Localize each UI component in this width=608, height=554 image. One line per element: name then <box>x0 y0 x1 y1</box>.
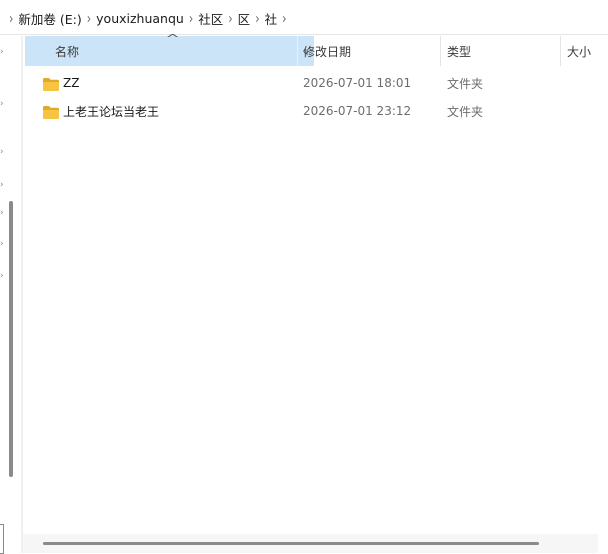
nav-chevron-icon[interactable]: › <box>0 48 6 57</box>
breadcrumb-item-shequ[interactable]: 社区 <box>197 8 224 29</box>
breadcrumb-item-drive[interactable]: 新加卷 (E:) <box>17 8 82 29</box>
nav-chevron-icon[interactable]: › <box>0 272 6 281</box>
chevron-right-icon[interactable]: › <box>255 9 259 27</box>
list-item[interactable]: 上老王论坛当老王 2026-07-01 23:12 文件夹 <box>23 97 598 125</box>
navigation-pane[interactable]: › › › › › › › <box>0 36 21 554</box>
nav-chevron-icon[interactable]: › <box>0 209 6 218</box>
column-separator[interactable] <box>440 36 441 66</box>
chevron-right-icon[interactable]: › <box>282 9 286 27</box>
nav-chevron-icon[interactable]: › <box>0 181 6 190</box>
column-header-name-label: 名称 <box>55 44 80 59</box>
nav-scrollbar-thumb[interactable] <box>9 201 13 477</box>
chevron-right-icon[interactable]: › <box>87 9 91 27</box>
chevron-right-icon[interactable]: › <box>189 9 193 27</box>
column-header-date-label: 修改日期 <box>303 44 352 59</box>
nav-chevron-icon[interactable]: › <box>0 100 6 109</box>
column-header-name[interactable]: ^ 名称 <box>25 32 297 66</box>
column-header-size-label: 大小 <box>567 44 592 59</box>
chevron-right-icon[interactable]: › <box>228 9 232 27</box>
column-header: ^ 名称 ⌄ 修改日期 类型 大小 <box>23 32 608 66</box>
file-modified-date: 2026-07-01 18:01 <box>303 76 412 90</box>
address-bar[interactable]: › 新加卷 (E:) › youxizhuanqu › 社区 › 区 › 社 › <box>0 0 608 35</box>
breadcrumb-item-she[interactable]: 社 <box>264 8 279 29</box>
file-modified-date: 2026-07-01 23:12 <box>303 104 412 118</box>
folder-icon <box>43 106 59 119</box>
file-name: 上老王论坛当老王 <box>63 104 160 119</box>
chevron-right-icon[interactable]: › <box>9 9 13 27</box>
column-separator[interactable] <box>560 36 561 66</box>
breadcrumb-item-youxizhuanqu[interactable]: youxizhuanqu <box>95 10 185 27</box>
sort-ascending-icon: ^ <box>165 32 180 45</box>
column-header-type[interactable]: 类型 <box>447 36 561 66</box>
folder-icon <box>43 78 59 91</box>
list-item[interactable]: ZZ 2026-07-01 18:01 文件夹 <box>23 69 598 97</box>
nav-item-edge[interactable] <box>0 524 4 554</box>
horizontal-scrollbar-thumb[interactable] <box>43 542 539 545</box>
file-name: ZZ <box>63 76 80 90</box>
file-type: 文件夹 <box>447 76 484 91</box>
horizontal-scrollbar[interactable] <box>23 534 598 553</box>
file-type: 文件夹 <box>447 104 484 119</box>
column-header-type-label: 类型 <box>447 44 472 59</box>
content-right-edge <box>598 66 608 553</box>
column-header-date[interactable]: 修改日期 <box>303 36 441 66</box>
breadcrumb: › 新加卷 (E:) › youxizhuanqu › 社区 › 区 › 社 › <box>5 9 291 27</box>
nav-chevron-icon[interactable]: › <box>0 148 6 157</box>
breadcrumb-item-qu[interactable]: 区 <box>237 8 252 29</box>
column-header-size[interactable]: 大小 <box>567 36 608 66</box>
nav-chevron-icon[interactable]: › <box>0 240 6 249</box>
